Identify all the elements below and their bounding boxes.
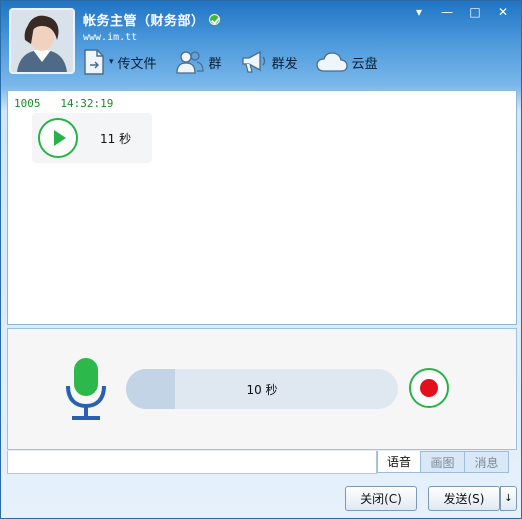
- transfer-file-button[interactable]: ▾ 传文件: [83, 49, 157, 75]
- play-button[interactable]: [38, 118, 78, 158]
- contact-website: www.im.tt: [83, 32, 138, 43]
- send-options-button[interactable]: ↓: [500, 486, 517, 511]
- message-time: 14:32:19: [60, 97, 114, 110]
- cloud-disk-label: 云盘: [351, 56, 378, 72]
- cloud-icon: [315, 51, 348, 73]
- play-icon: [54, 130, 66, 146]
- online-status-icon: [208, 14, 220, 25]
- tab-voice[interactable]: 语音: [377, 451, 421, 473]
- message-sender: 1005: [14, 97, 41, 110]
- transfer-file-label: 传文件: [117, 56, 157, 72]
- toolbar: ▾ 传文件 群 群发 云盘: [83, 49, 396, 75]
- title-row: 帐务主管（财务部）: [83, 10, 220, 29]
- recording-elapsed: 10 秒: [246, 382, 278, 397]
- broadcast-label: 群发: [271, 56, 298, 72]
- window-title: 帐务主管（财务部）: [83, 14, 205, 29]
- recording-progress-bar: 10 秒: [126, 369, 398, 409]
- record-icon: [420, 379, 438, 397]
- message-header: 1005 14:32:19: [14, 97, 113, 110]
- tab-message[interactable]: 消息: [465, 451, 509, 473]
- group-icon: [175, 50, 205, 74]
- avatar[interactable]: [9, 8, 75, 74]
- group-label: 群: [208, 56, 222, 72]
- chat-window: 帐务主管（财务部） www.im.tt ▾ — □ ✕ ▾ 传文件 群 群发 云…: [0, 0, 522, 519]
- record-stop-button[interactable]: [409, 368, 449, 408]
- microphone-icon: [64, 356, 108, 424]
- input-mode-tabs: 语音 画图 消息: [377, 451, 509, 473]
- menu-button[interactable]: ▾: [407, 3, 431, 21]
- megaphone-icon: [240, 50, 268, 74]
- message-input[interactable]: [7, 451, 377, 474]
- tab-drawing[interactable]: 画图: [421, 451, 465, 473]
- voice-recorder-panel: 10 秒: [7, 328, 517, 450]
- close-button[interactable]: 关闭(C): [345, 486, 417, 511]
- dropdown-arrow-icon[interactable]: ▾: [109, 57, 114, 67]
- file-icon: [83, 49, 105, 75]
- send-button[interactable]: 发送(S): [428, 486, 500, 511]
- maximize-button[interactable]: □: [463, 3, 487, 21]
- voice-duration: 11 秒: [100, 131, 132, 146]
- voice-message[interactable]: 11 秒: [32, 113, 152, 163]
- message-history[interactable]: 1005 14:32:19 11 秒: [7, 90, 517, 325]
- cloud-disk-button[interactable]: 云盘: [315, 51, 378, 73]
- group-button[interactable]: 群: [175, 50, 222, 74]
- broadcast-button[interactable]: 群发: [240, 50, 298, 74]
- window-controls: ▾ — □ ✕: [407, 3, 515, 21]
- close-window-button[interactable]: ✕: [491, 3, 515, 21]
- minimize-button[interactable]: —: [435, 3, 459, 21]
